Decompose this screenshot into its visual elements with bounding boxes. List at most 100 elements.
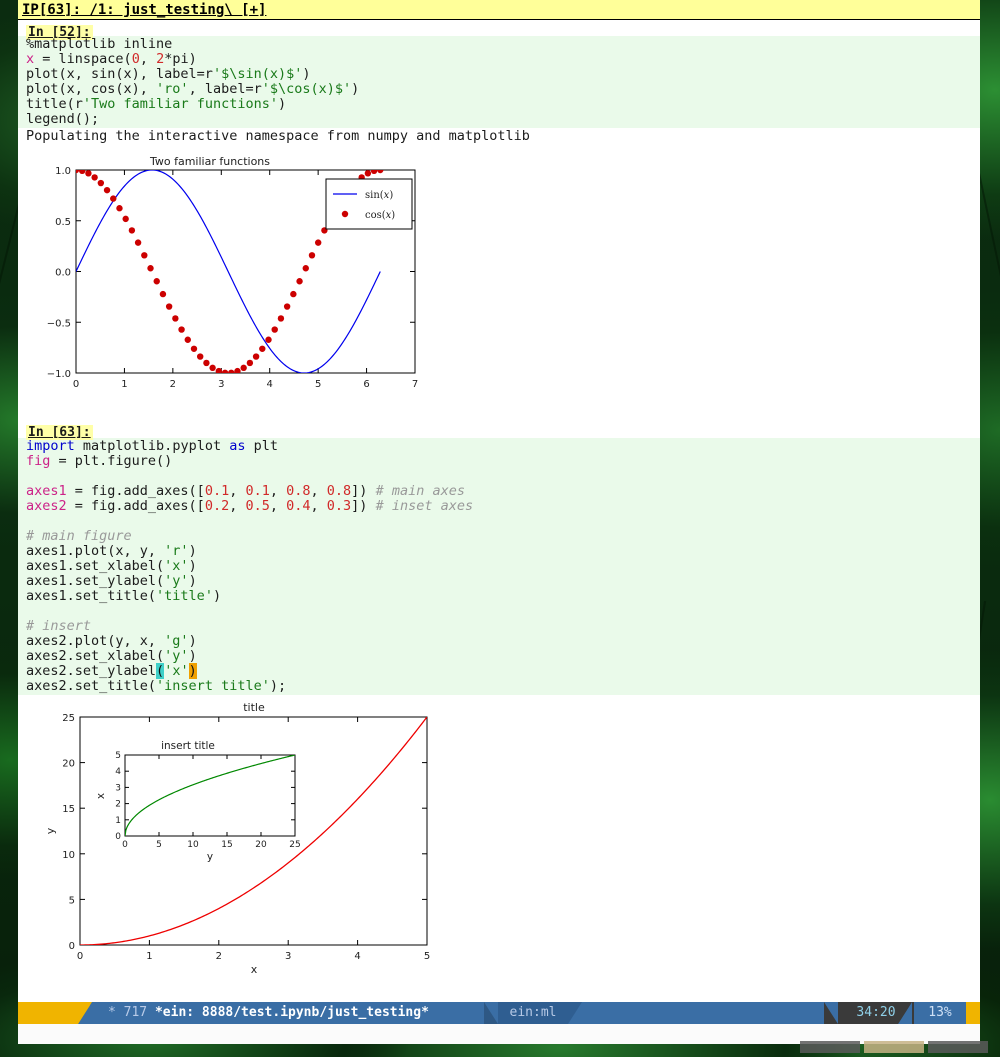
code-line: title(r'Two familiar functions') [26, 96, 286, 112]
code-line: axes2.set_xlabel('y') [26, 648, 197, 664]
buffer-name[interactable]: *ein: 8888/test.ipynb/just_testing* [155, 1005, 429, 1020]
code-line: axes2.set_ylabel('x') [26, 663, 197, 679]
paren-match-highlight: ( [156, 663, 164, 679]
code-line: import matplotlib.pyplot as plt [26, 438, 278, 454]
taskbar-item-active[interactable] [864, 1041, 924, 1053]
notebook-buffer[interactable]: In [52]: %matplotlib inline x = linspace… [18, 21, 980, 1002]
svg-text:5: 5 [69, 895, 75, 906]
svg-text:15: 15 [62, 804, 75, 815]
figure-title-with-inset: title 25 20 15 10 5 0 [18, 697, 448, 977]
svg-text:2: 2 [115, 800, 121, 810]
svg-text:15: 15 [221, 840, 232, 850]
svg-text:2: 2 [170, 379, 176, 390]
chart1-title: Two familiar functions [149, 155, 270, 168]
chart1-legend: sin(x) cos(x) [326, 179, 412, 229]
svg-text:10: 10 [187, 840, 199, 850]
svg-text:4: 4 [267, 379, 273, 390]
svg-text:1: 1 [115, 816, 121, 826]
modeline-arrow-2 [484, 1002, 498, 1024]
svg-text:−0.5: −0.5 [47, 318, 71, 329]
cell-1[interactable]: In [52]: %matplotlib inline x = linspace… [18, 21, 980, 145]
svg-text:0: 0 [77, 951, 83, 962]
cell-1-output-figure: Two familiar functions 1.0 0.5 0.0 −0.5 … [18, 145, 980, 419]
modeline-arrow-1b [78, 1002, 92, 1024]
taskbar-item-3[interactable] [928, 1041, 988, 1053]
code-line: # insert [26, 618, 91, 634]
code-line: axes1.set_title('title') [26, 588, 221, 604]
mode-line: 2|1 * 717 *ein: 8888/test.ipynb/just_tes… [18, 1002, 980, 1024]
taskbar-item-1[interactable] [800, 1041, 860, 1053]
svg-text:20: 20 [62, 759, 75, 770]
code-line: fig = plt.figure() [26, 453, 172, 469]
svg-text:0: 0 [69, 941, 75, 952]
svg-text:−1.0: −1.0 [47, 369, 71, 380]
svg-text:3: 3 [218, 379, 224, 390]
svg-text:4: 4 [354, 951, 360, 962]
chart1-legend-label-cos: cos(x) [365, 210, 395, 221]
text-cursor: ) [189, 663, 197, 679]
chart2-inset-xlabel: y [207, 851, 213, 863]
modeline-end-cap [966, 1002, 980, 1024]
cell-2-source[interactable]: import matplotlib.pyplot as plt fig = pl… [18, 438, 980, 695]
svg-text:5: 5 [424, 951, 430, 962]
svg-text:1.0: 1.0 [55, 166, 71, 177]
svg-text:0.5: 0.5 [55, 217, 71, 228]
major-mode: ein:ml [510, 1005, 557, 1020]
svg-text:3: 3 [115, 783, 121, 793]
code-line: legend(); [26, 111, 99, 127]
code-line: axes1.set_ylabel('y') [26, 573, 197, 589]
emacs-frame: IP[63]: /1: just_testing\ [+] In [52]: %… [18, 0, 980, 1024]
major-mode-segment[interactable]: ein:ml [498, 1002, 568, 1024]
svg-text:7: 7 [412, 379, 418, 390]
svg-text:20: 20 [255, 840, 267, 850]
cell-1-source[interactable]: %matplotlib inline x = linspace(0, 2*pi)… [18, 36, 980, 128]
code-line: axes1 = fig.add_axes([0.1, 0.1, 0.8, 0.8… [26, 483, 465, 499]
code-line [26, 468, 34, 484]
window-title-bar: IP[63]: /1: just_testing\ [+] [18, 0, 980, 20]
code-line: axes2 = fig.add_axes([0.2, 0.5, 0.4, 0.3… [26, 498, 473, 514]
svg-text:1: 1 [146, 951, 152, 962]
svg-text:10: 10 [62, 850, 75, 861]
svg-text:0.0: 0.0 [55, 268, 71, 279]
code-line: %matplotlib inline [26, 36, 172, 52]
svg-text:5: 5 [115, 751, 121, 761]
buffer-info[interactable]: * 717 *ein: 8888/test.ipynb/just_testing… [108, 1002, 429, 1024]
window-title-text: IP[63]: /1: just_testing\ [+] [22, 2, 266, 18]
chart2-inset-title: insert title [161, 740, 215, 752]
cell-2-output-figure: title 25 20 15 10 5 0 [18, 695, 980, 981]
svg-text:3: 3 [285, 951, 291, 962]
modified-flag: * [108, 1005, 116, 1020]
cell-1-output-text: Populating the interactive namespace fro… [18, 128, 980, 145]
svg-text:2: 2 [216, 951, 222, 962]
chart2-inset-ylabel: x [95, 793, 107, 799]
svg-text:0: 0 [73, 379, 79, 390]
cell-2[interactable]: In [63]: import matplotlib.pyplot as plt… [18, 419, 980, 695]
code-line: axes2.set_title('insert title'); [26, 678, 286, 694]
figure-two-familiar-functions: Two familiar functions 1.0 0.5 0.0 −0.5 … [18, 147, 438, 415]
svg-text:25: 25 [289, 840, 300, 850]
code-line [26, 603, 34, 619]
chart1-legend-label-sin: sin(x) [365, 190, 393, 201]
code-line: plot(x, cos(x), 'ro', label=r'$\cos(x)$'… [26, 81, 359, 97]
modeline-arrow-4b [824, 1002, 838, 1024]
svg-text:1: 1 [121, 379, 127, 390]
svg-text:5: 5 [315, 379, 321, 390]
modeline-arrow-3b [568, 1002, 582, 1024]
svg-text:6: 6 [363, 379, 369, 390]
svg-text:25: 25 [62, 713, 75, 724]
chart2-title: title [243, 701, 265, 714]
position-percent: 13% [918, 1002, 962, 1024]
svg-text:5: 5 [156, 840, 162, 850]
code-line: axes2.plot(y, x, 'g') [26, 633, 197, 649]
svg-text:0: 0 [122, 840, 128, 850]
code-line: axes1.plot(x, y, 'r') [26, 543, 197, 559]
buffer-size: 717 [124, 1005, 147, 1020]
svg-text:0: 0 [115, 832, 121, 842]
code-line: plot(x, sin(x), label=r'$\sin(x)$') [26, 66, 310, 82]
modeline-arrow-5b [898, 1002, 912, 1024]
chart2-xlabel: x [251, 963, 258, 976]
svg-text:4: 4 [115, 767, 121, 777]
code-line [26, 513, 34, 529]
code-line: x = linspace(0, 2*pi) [26, 51, 197, 67]
code-line: axes1.set_xlabel('x') [26, 558, 197, 574]
